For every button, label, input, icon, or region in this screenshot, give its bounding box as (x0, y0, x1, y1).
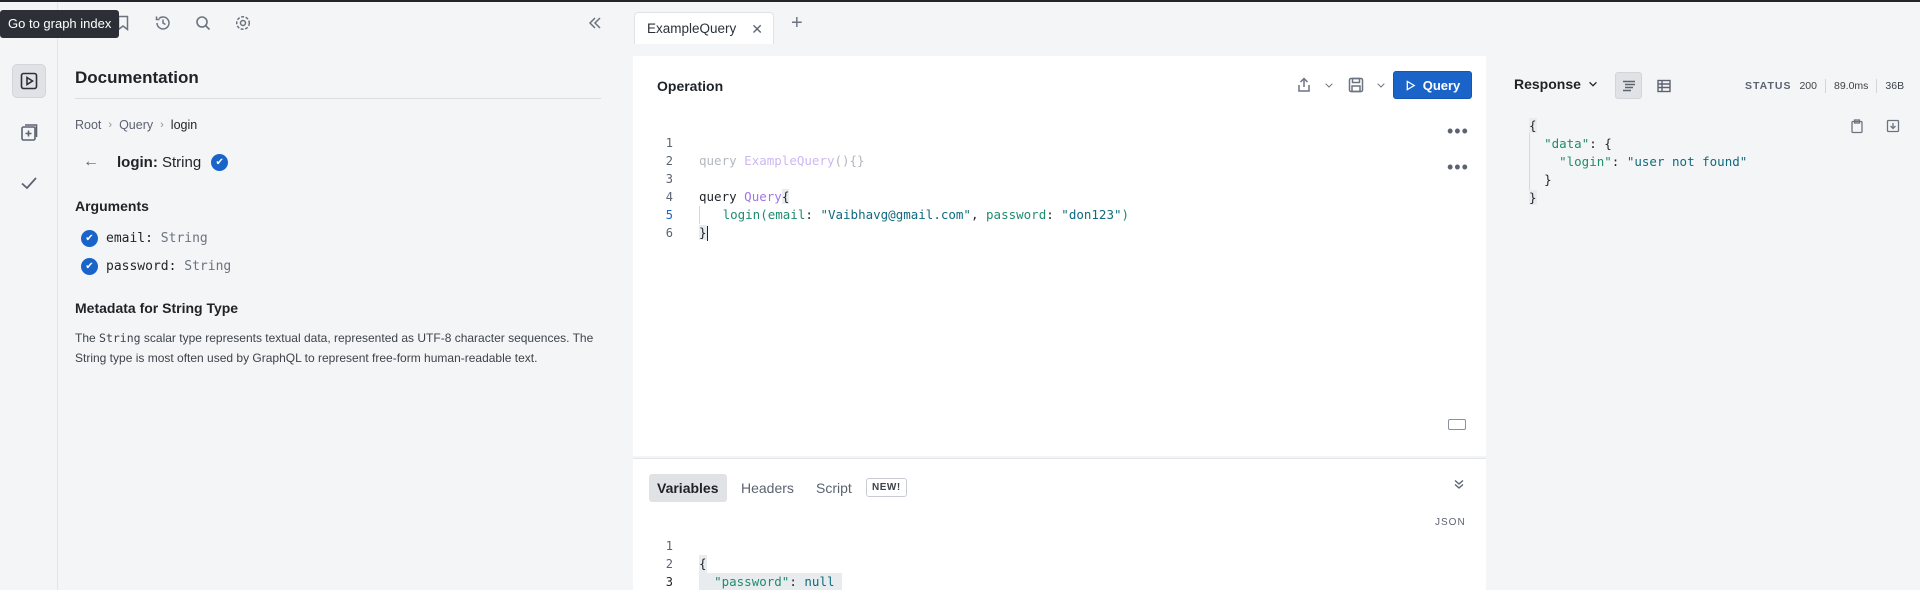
code-line: 3 query Query{ (665, 172, 790, 204)
status-label: STATUS (1745, 80, 1792, 92)
copy-response-icon[interactable] (1849, 118, 1865, 137)
status-code: 200 (1799, 80, 1817, 92)
operation-more-icon[interactable]: ••• (1447, 122, 1469, 140)
operation-title: Operation (657, 78, 724, 94)
save-icon[interactable] (1347, 76, 1365, 94)
response-status: STATUS 200 89.0ms 36B (1745, 79, 1904, 93)
operation-editor[interactable]: 1 query ExampleQuery(){} 2 3 query Query… (633, 116, 1433, 241)
operation-panel: Operation Query 1 query ExampleQuery(){}… (633, 56, 1486, 456)
argument-check-icon[interactable]: ✔ (81, 230, 98, 247)
schema-diff-icon[interactable] (12, 116, 46, 150)
chevron-down-icon[interactable] (1375, 79, 1387, 91)
checks-icon[interactable] (12, 166, 46, 200)
text-lines-icon (1622, 80, 1635, 91)
download-response-icon[interactable] (1885, 118, 1901, 137)
argument-name: password (106, 259, 169, 274)
type-description: The String scalar type represents textua… (75, 331, 594, 365)
code-line: 3 } (665, 575, 673, 589)
operation-more-icon[interactable]: ••• (1447, 158, 1469, 176)
left-rail (0, 2, 58, 590)
table-view-button[interactable] (1650, 72, 1677, 99)
docs-title: Documentation (75, 68, 199, 87)
tab-example-query[interactable]: ExampleQuery ✕ (634, 12, 774, 44)
share-icon[interactable] (1295, 76, 1313, 94)
history-icon[interactable] (152, 12, 174, 34)
response-panel: Response STATUS 200 89.0ms 36B { "data":… (1487, 46, 1920, 590)
code-line: 5 } (665, 208, 708, 241)
included-check-icon[interactable]: ✔ (211, 153, 229, 171)
argument-check-icon[interactable]: ✔ (81, 258, 98, 275)
json-format-label[interactable]: JSON (1435, 517, 1466, 528)
field-header: ← login: String ✔ (83, 153, 229, 171)
search-icon[interactable] (192, 12, 214, 34)
response-title: Response (1514, 76, 1581, 92)
collapse-variables-icon[interactable] (1452, 477, 1466, 494)
argument-name: email (106, 231, 146, 246)
response-body[interactable]: { "data": { "login": "user not found" } … (1529, 117, 1747, 207)
code-line: 6 (665, 226, 673, 240)
field-signature: login: String (117, 153, 202, 171)
save-menu[interactable] (1347, 76, 1387, 94)
breadcrumb-chevron-icon: › (160, 119, 164, 131)
documentation-panel: Documentation Root › Query › login ← log… (59, 46, 627, 590)
inline-code: String (99, 331, 141, 345)
window-top-border (0, 0, 1920, 2)
tab-label: ExampleQuery (647, 21, 737, 36)
tooltip: Go to graph index (0, 10, 120, 38)
share-menu[interactable] (1295, 76, 1335, 94)
play-icon (1406, 79, 1416, 91)
tab-headers[interactable]: Headers (741, 474, 794, 502)
code-line: 1 query ExampleQuery(){} (665, 136, 865, 168)
metadata-heading: Metadata for String Type (75, 300, 239, 316)
breadcrumb-query[interactable]: Query (119, 118, 153, 132)
code-line: 1 { (665, 539, 707, 573)
collapse-panel-icon[interactable] (584, 12, 606, 34)
breadcrumb-current: login (170, 118, 198, 132)
run-label: Query (1422, 77, 1461, 93)
tab-script[interactable]: Script (816, 474, 852, 502)
response-time: 89.0ms (1833, 80, 1869, 92)
field-name: login (117, 153, 153, 171)
add-tab-icon[interactable]: + (791, 12, 803, 35)
response-size: 36B (1885, 80, 1905, 92)
divider (75, 98, 601, 99)
argument-type[interactable]: String (161, 231, 208, 246)
keyboard-shortcuts-icon[interactable] (1448, 419, 1466, 430)
breadcrumb-chevron-icon: › (108, 119, 113, 131)
chevron-down-icon (1589, 81, 1597, 87)
variables-editor[interactable]: 1 { 2 "password": null 3 } (633, 519, 1413, 590)
new-badge: NEW! (866, 478, 907, 497)
back-arrow-icon[interactable]: ← (83, 153, 101, 171)
field-type[interactable]: String (162, 154, 201, 171)
explorer-play-icon[interactable] (12, 64, 46, 98)
code-line: 4 login(email: "Vaibhavg@gmail.com", pas… (665, 190, 1130, 224)
breadcrumb-root[interactable]: Root (75, 118, 101, 132)
table-icon (1656, 79, 1671, 92)
breadcrumb: Root › Query › login (75, 118, 197, 132)
json-view-button[interactable] (1615, 72, 1642, 99)
argument-type[interactable]: String (184, 259, 231, 274)
close-tab-icon[interactable]: ✕ (751, 21, 763, 38)
settings-gear-icon[interactable] (232, 12, 254, 34)
response-view-select[interactable]: Response (1514, 76, 1599, 92)
argument-row[interactable]: ✔ password: String (81, 258, 231, 275)
code-line: 2 "password": null (633, 537, 1413, 590)
chevron-down-icon[interactable] (1323, 79, 1335, 91)
arguments-heading: Arguments (75, 198, 149, 214)
code-line: 2 (665, 154, 673, 168)
variables-panel: Variables Headers Script NEW! JSON 1 { 2… (633, 458, 1486, 590)
tab-variables[interactable]: Variables (649, 474, 727, 502)
run-query-button[interactable]: Query (1393, 71, 1472, 99)
argument-row[interactable]: ✔ email: String (81, 230, 208, 247)
